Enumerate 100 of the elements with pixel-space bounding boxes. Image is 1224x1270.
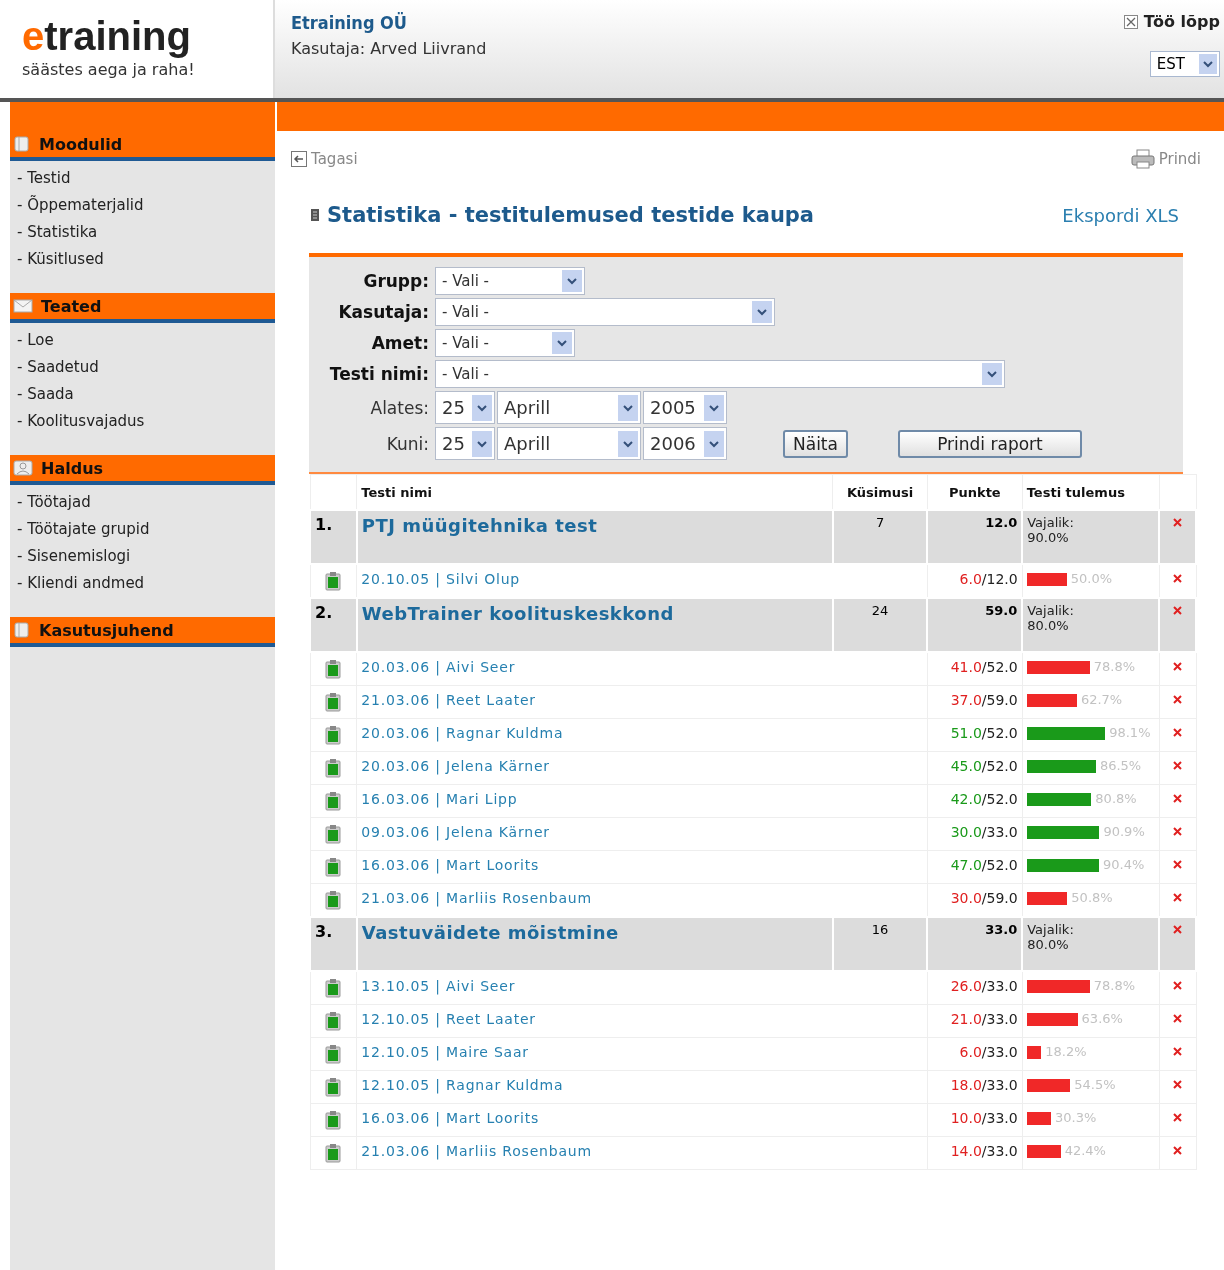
delete-icon[interactable]	[1173, 1080, 1183, 1089]
menu-item[interactable]: - Töötajate grupid	[17, 516, 275, 543]
score: 37.0/59.0	[927, 685, 1023, 719]
result-link[interactable]: 20.03.06 | Jelena Kärner	[361, 758, 550, 774]
language-select[interactable]: EST	[1149, 51, 1220, 77]
required-score: Vajalik: 80.0%	[1027, 922, 1075, 952]
back-link[interactable]: Tagasi	[291, 149, 358, 169]
result-link[interactable]: 12.10.05 | Ragnar Kuldma	[361, 1077, 564, 1093]
document-icon	[311, 209, 319, 221]
menu-item[interactable]: - Koolitusvajadus	[17, 408, 275, 435]
book-icon	[13, 622, 31, 638]
menu-item[interactable]: - Õppematerjalid	[17, 192, 275, 219]
month-select[interactable]: Aprill	[497, 391, 641, 424]
menu-item[interactable]: - Saadetud	[17, 354, 275, 381]
result-link[interactable]: 16.03.06 | Mart Loorits	[361, 1110, 540, 1126]
result-bar	[1026, 660, 1090, 674]
menu-item[interactable]: - Töötajad	[17, 489, 275, 516]
printer-icon	[1130, 149, 1155, 169]
result-bar	[1026, 1144, 1061, 1158]
print-link[interactable]: Prindi	[1130, 149, 1201, 169]
export-link[interactable]: Ekspordi XLS	[1062, 204, 1179, 226]
result-link[interactable]: 12.10.05 | Reet Laater	[361, 1011, 536, 1027]
menu-item[interactable]: - Kliendi andmed	[17, 570, 275, 597]
book-icon	[13, 136, 31, 152]
score: 26.0/33.0	[927, 971, 1023, 1005]
delete-icon[interactable]	[1173, 574, 1183, 583]
action-button[interactable]: Näita	[783, 429, 848, 458]
score: 18.0/33.0	[927, 1070, 1023, 1104]
filter-select[interactable]: - Vali -	[435, 267, 585, 295]
delete-icon[interactable]	[1173, 860, 1183, 869]
menu-item[interactable]: - Küsitlused	[17, 246, 275, 273]
clipboard-icon	[325, 857, 342, 877]
delete-icon[interactable]	[1173, 981, 1183, 990]
day-select[interactable]: 25	[435, 427, 495, 460]
dropdown-icon	[552, 332, 572, 354]
result-link[interactable]: 20.10.05 | Silvi Olup	[361, 571, 520, 587]
user-name: Kasutaja: Arved Liivrand	[291, 39, 487, 58]
delete-icon[interactable]	[1173, 518, 1183, 527]
delete-icon[interactable]	[1173, 606, 1183, 615]
result-bar	[1026, 1078, 1071, 1092]
delete-icon[interactable]	[1173, 728, 1183, 737]
delete-icon[interactable]	[1173, 827, 1183, 836]
filter-label: Alates:	[369, 397, 430, 418]
delete-icon[interactable]	[1173, 925, 1183, 934]
result-link[interactable]: 09.03.06 | Jelena Kärner	[361, 824, 550, 840]
delete-icon[interactable]	[1173, 794, 1183, 803]
result-link[interactable]: 16.03.06 | Mart Loorits	[361, 857, 540, 873]
delete-icon[interactable]	[1173, 695, 1183, 704]
score: 14.0/33.0	[927, 1136, 1023, 1170]
result-link[interactable]: 12.10.05 | Maire Saar	[361, 1044, 529, 1060]
month-select[interactable]: Aprill	[497, 427, 641, 460]
delete-icon[interactable]	[1173, 1113, 1183, 1122]
section-header[interactable]: Haldus	[10, 455, 275, 485]
clipboard-icon	[325, 725, 342, 745]
envelope-icon	[13, 299, 33, 313]
result-link[interactable]: 20.03.06 | Ragnar Kuldma	[361, 725, 564, 741]
delete-icon[interactable]	[1173, 1014, 1183, 1023]
result-link[interactable]: 21.03.06 | Marliis Rosenbaum	[361, 890, 592, 906]
delete-icon[interactable]	[1173, 1146, 1183, 1155]
logout-link[interactable]: Töö lõpp	[1123, 12, 1220, 31]
filter-label: Kuni:	[385, 433, 430, 454]
menu-item[interactable]: - Sisenemislogi	[17, 543, 275, 570]
year-select[interactable]: 2005	[643, 391, 727, 424]
filter-select[interactable]: - Vali -	[435, 329, 575, 357]
logo: etraining	[22, 13, 191, 60]
result-link[interactable]: 21.03.06 | Marliis Rosenbaum	[361, 1143, 592, 1159]
test-name-link[interactable]: PTJ müügitehnika test	[361, 515, 598, 536]
delete-icon[interactable]	[1173, 1047, 1183, 1056]
percent-label: 30.3%	[1054, 1110, 1097, 1125]
score: 10.0/33.0	[927, 1103, 1023, 1137]
section-header[interactable]: Moodulid	[10, 131, 275, 161]
delete-icon[interactable]	[1173, 761, 1183, 770]
score: 42.0/52.0	[927, 784, 1023, 818]
delete-icon[interactable]	[1173, 893, 1183, 902]
day-select[interactable]: 25	[435, 391, 495, 424]
menu-item[interactable]: - Loe	[17, 327, 275, 354]
filter-label: Kasutaja:	[337, 302, 430, 322]
result-link[interactable]: 13.10.05 | Aivi Seer	[361, 978, 516, 994]
menu-item[interactable]: - Statistika	[17, 219, 275, 246]
action-button[interactable]: Prindi raport	[897, 429, 1082, 458]
result-link[interactable]: 21.03.06 | Reet Laater	[361, 692, 536, 708]
required-score: Vajalik: 80.0%	[1027, 603, 1075, 633]
dropdown-icon	[1199, 54, 1217, 74]
clipboard-icon	[325, 1110, 342, 1130]
dropdown-icon	[562, 270, 582, 292]
max-points: 59.0	[927, 598, 1023, 652]
section-header[interactable]: Teated	[10, 293, 275, 323]
result-link[interactable]: 20.03.06 | Aivi Seer	[361, 659, 516, 675]
result-bar	[1026, 759, 1096, 773]
section-header[interactable]: Kasutusjuhend	[10, 617, 275, 647]
score: 47.0/52.0	[927, 850, 1023, 884]
delete-icon[interactable]	[1173, 662, 1183, 671]
filter-label: Testi nimi:	[328, 364, 430, 384]
filter-select[interactable]: - Vali -	[435, 360, 1005, 388]
filter-select[interactable]: - Vali -	[435, 298, 775, 326]
result-link[interactable]: 16.03.06 | Mari Lipp	[361, 791, 518, 807]
percent-label: 63.6%	[1081, 1011, 1123, 1026]
year-select[interactable]: 2006	[643, 427, 727, 460]
menu-item[interactable]: - Saada	[17, 381, 275, 408]
menu-item[interactable]: - Testid	[17, 165, 275, 192]
